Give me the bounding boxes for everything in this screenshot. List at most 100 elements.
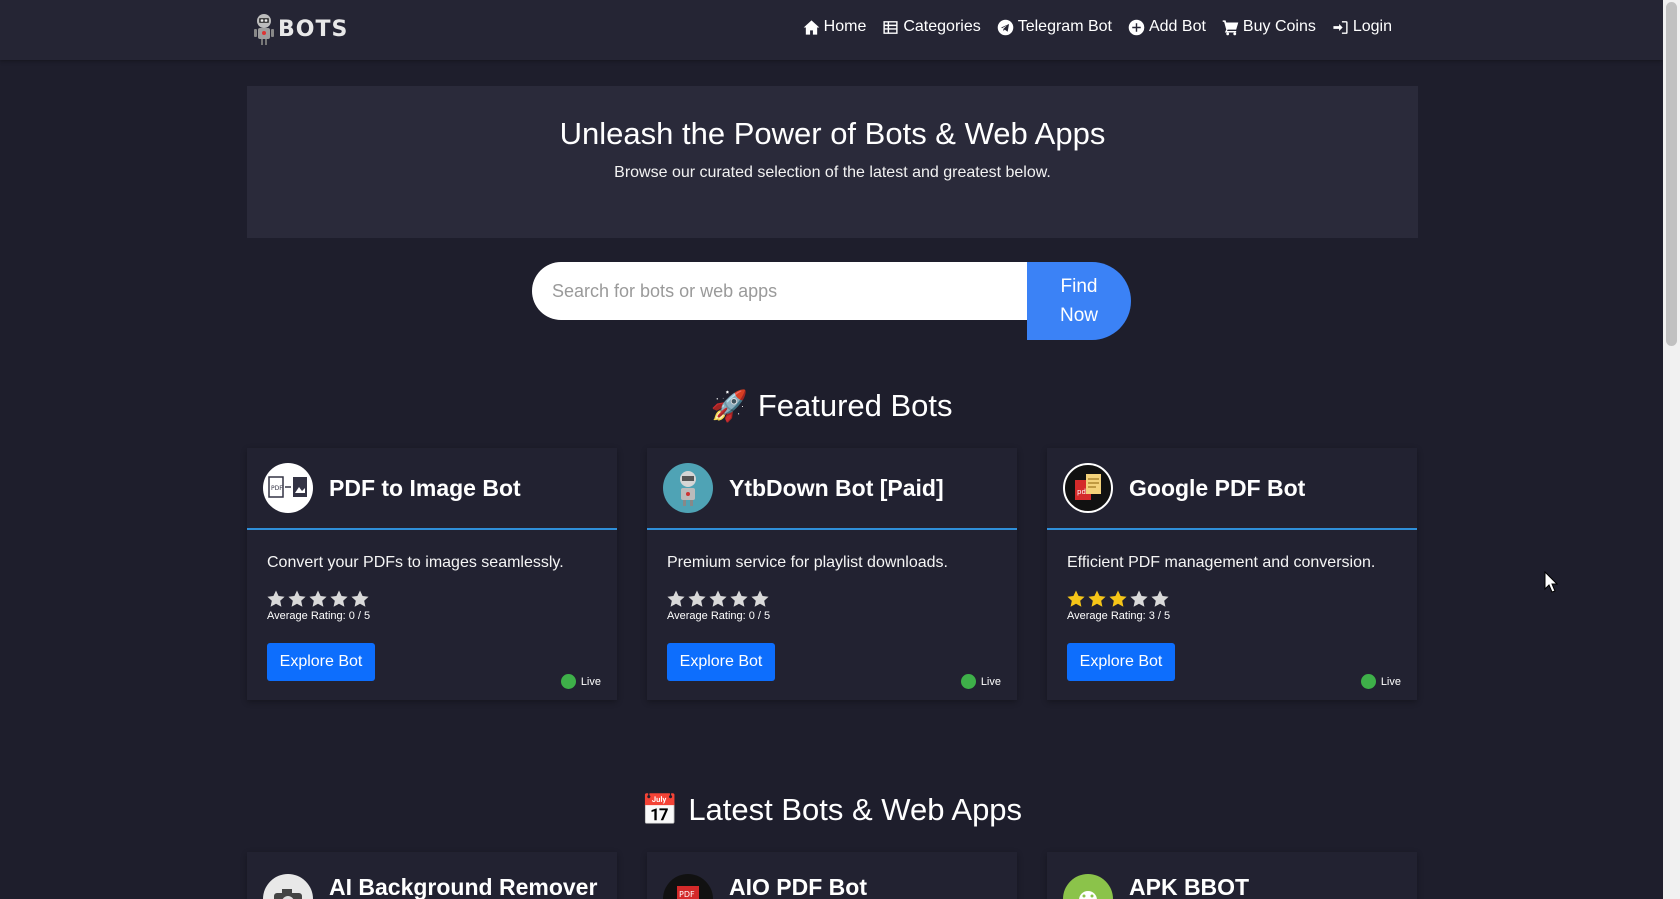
featured-bots-title: Featured Bots (757, 388, 953, 423)
svg-text:PDF: PDF (271, 485, 283, 492)
nav-home-label: Home (823, 18, 867, 35)
nav-categories[interactable]: Categories (882, 18, 981, 36)
latest-card: APK BBOT (1047, 852, 1417, 899)
scrollbar-thumb[interactable] (1666, 2, 1677, 346)
nav-buy-coins[interactable]: Buy Coins (1222, 18, 1316, 36)
nav-home[interactable]: Home (803, 18, 867, 36)
calendar-icon: 📅 (640, 793, 679, 827)
rating-stars[interactable] (266, 589, 617, 609)
telegram-icon (997, 19, 1014, 35)
nav-categories-label: Categories (903, 18, 981, 35)
rating-stars[interactable] (1066, 589, 1417, 609)
robot-icon (663, 463, 713, 513)
status-badge: Live (960, 674, 1001, 689)
mouse-cursor-icon (1544, 571, 1558, 593)
pdf-document-icon: pdf (1063, 463, 1113, 513)
rating-stars[interactable] (666, 589, 1017, 609)
card-title[interactable]: AI Background Remover (329, 874, 597, 899)
card-title[interactable]: AIO PDF Bot (729, 874, 867, 899)
card-title[interactable]: APK BBOT (1129, 874, 1249, 899)
average-rating: Average Rating: 0 / 5 (267, 610, 371, 622)
card-header: pdf Google PDF Bot (1047, 448, 1417, 530)
robot-logo-icon (254, 14, 274, 45)
star-icon[interactable] (1087, 589, 1107, 609)
card-description: Efficient PDF management and conversion. (1067, 554, 1376, 571)
star-icon[interactable] (1066, 589, 1086, 609)
camera-icon (263, 874, 313, 899)
explore-bot-button[interactable]: Explore Bot (667, 643, 775, 681)
star-icon[interactable] (729, 589, 749, 609)
star-icon[interactable] (666, 589, 686, 609)
star-icon[interactable] (266, 589, 286, 609)
nav-telegram-bot-label: Telegram Bot (1017, 18, 1112, 35)
hero-banner: Unleash the Power of Bots & Web Apps Bro… (247, 86, 1418, 238)
page-scrollbar[interactable] (1663, 0, 1680, 899)
site-logo[interactable]: BOTS (252, 10, 348, 48)
card-title[interactable]: YtbDown Bot [Paid] (729, 475, 944, 502)
nav-login[interactable]: Login (1332, 18, 1392, 36)
card-header: PDF PDF to Image Bot (247, 448, 617, 530)
status-label: Live (1380, 675, 1401, 688)
nav-telegram-bot[interactable]: Telegram Bot (997, 18, 1112, 36)
cart-icon (1222, 19, 1239, 35)
plus-circle-icon (1128, 19, 1145, 35)
find-now-button[interactable]: Find Now (1027, 262, 1131, 340)
explore-bot-button[interactable]: Explore Bot (1067, 643, 1175, 681)
svg-text:PDF: PDF (679, 890, 695, 899)
navbar: BOTS Home Categories Telegram Bot Add Bo… (0, 0, 1663, 60)
hero-subtitle: Browse our curated selection of the late… (614, 164, 1051, 181)
card-title[interactable]: Google PDF Bot (1129, 475, 1305, 502)
card-title[interactable]: PDF to Image Bot (329, 475, 521, 502)
card-header: APK BBOT (1047, 852, 1417, 899)
card-header: YtbDown Bot [Paid] (647, 448, 1017, 530)
latest-card: PDF AIO PDF Bot (647, 852, 1017, 899)
live-status-dot-icon (960, 674, 976, 689)
featured-card: pdf Google PDF Bot Efficient PDF managem… (1047, 448, 1417, 700)
nav-add-bot[interactable]: Add Bot (1128, 18, 1206, 36)
featured-card: PDF PDF to Image Bot Convert your PDFs t… (247, 448, 617, 700)
average-rating: Average Rating: 3 / 5 (1067, 610, 1171, 622)
card-header: PDF AIO PDF Bot (647, 852, 1017, 899)
star-icon[interactable] (350, 589, 370, 609)
explore-bot-button[interactable]: Explore Bot (267, 643, 375, 681)
star-icon[interactable] (708, 589, 728, 609)
android-icon (1063, 874, 1113, 899)
card-header: AI Background Remover (247, 852, 617, 899)
star-icon[interactable] (687, 589, 707, 609)
pdf-icon: PDF (663, 874, 713, 899)
search-input[interactable] (532, 262, 1028, 320)
rocket-icon: 🚀 (710, 389, 748, 423)
featured-card: YtbDown Bot [Paid] Premium service for p… (647, 448, 1017, 700)
latest-bots-title: Latest Bots & Web Apps (688, 792, 1023, 827)
star-icon[interactable] (329, 589, 349, 609)
status-badge: Live (560, 674, 601, 689)
featured-bots-heading: 🚀 Featured Bots (0, 388, 1663, 424)
pdf-to-image-icon: PDF (263, 463, 313, 513)
star-icon[interactable] (1150, 589, 1170, 609)
home-icon (803, 19, 819, 35)
status-label: Live (580, 675, 601, 688)
nav-links: Home Categories Telegram Bot Add Bot Buy… (803, 18, 1392, 36)
nav-login-label: Login (1352, 18, 1392, 35)
card-description: Premium service for playlist downloads. (667, 554, 948, 571)
latest-card: AI Background Remover (247, 852, 617, 899)
status-badge: Live (1360, 674, 1401, 689)
star-icon[interactable] (1129, 589, 1149, 609)
live-status-dot-icon (1360, 674, 1376, 689)
logo-text: BOTS (278, 16, 349, 42)
card-description: Convert your PDFs to images seamlessly. (267, 554, 564, 571)
star-icon[interactable] (308, 589, 328, 609)
status-label: Live (980, 675, 1001, 688)
average-rating: Average Rating: 0 / 5 (667, 610, 771, 622)
live-status-dot-icon (560, 674, 576, 689)
nav-buy-coins-label: Buy Coins (1242, 18, 1316, 35)
nav-add-bot-label: Add Bot (1148, 18, 1206, 35)
latest-bots-heading: 📅 Latest Bots & Web Apps (0, 792, 1663, 828)
star-icon[interactable] (1108, 589, 1128, 609)
search-bar: Find Now (532, 262, 1132, 340)
table-icon (883, 20, 898, 34)
login-icon (1333, 20, 1348, 34)
star-icon[interactable] (750, 589, 770, 609)
star-icon[interactable] (287, 589, 307, 609)
hero-title: Unleash the Power of Bots & Web Apps (559, 116, 1106, 151)
